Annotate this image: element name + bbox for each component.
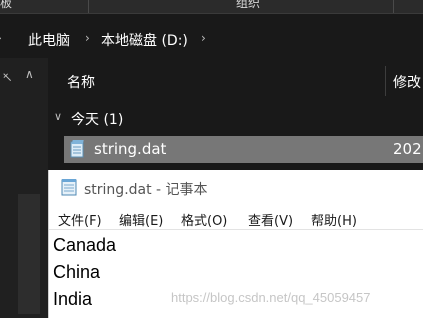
menu-view[interactable]: 查看(V) — [248, 210, 293, 229]
menu-help[interactable]: 帮助(H) — [311, 210, 357, 229]
ribbon-divider — [88, 0, 89, 13]
notepad-icon — [61, 179, 77, 196]
file-name: string.dat — [94, 140, 167, 158]
text-line: India — [53, 289, 93, 309]
menu-file[interactable]: 文件(F) — [58, 210, 102, 229]
menu-format[interactable]: 格式(O) — [181, 210, 227, 229]
chevron-down-icon[interactable]: ∨ — [54, 110, 62, 123]
column-header-name[interactable]: 名称 — [67, 72, 95, 92]
text-line: Canada — [53, 235, 117, 255]
ribbon-strip: 板 组织 — [0, 0, 423, 14]
dat-file-icon — [70, 140, 84, 158]
file-modified-date: 202 — [393, 140, 422, 158]
ribbon-group-label-left: 板 — [0, 0, 13, 10]
file-row-string-dat[interactable]: string.dat 202 — [64, 136, 423, 163]
ribbon-group-label-organize: 组织 — [236, 0, 261, 10]
chevron-right-icon[interactable]: › — [0, 31, 2, 45]
notepad-menu-bar: 文件(F) 编辑(E) 格式(O) 查看(V) 帮助(H) — [49, 206, 423, 230]
chevron-right-icon[interactable]: › — [85, 31, 90, 45]
ribbon-divider — [393, 0, 394, 13]
column-divider[interactable] — [385, 66, 386, 96]
watermark-text: https://blog.csdn.net/qq_45059457 — [171, 290, 371, 305]
breadcrumb-local-disk-d[interactable]: 本地磁盘 (D:) — [101, 30, 188, 50]
menu-edit[interactable]: 编辑(E) — [119, 210, 163, 229]
notepad-title-bar[interactable]: string.dat - 记事本 — [49, 170, 423, 205]
breadcrumb-this-pc[interactable]: 此电脑 — [28, 30, 70, 50]
nav-scrollbar-thumb[interactable] — [18, 194, 40, 314]
text-line: China — [53, 262, 101, 282]
group-label: 今天 (1) — [71, 112, 124, 128]
notepad-window-title: string.dat - 记事本 — [84, 182, 208, 198]
group-header-today[interactable]: ∨ 今天 (1) — [48, 108, 423, 130]
chevron-up-icon[interactable]: ∧ — [25, 67, 34, 81]
chevron-right-icon[interactable]: › — [201, 31, 206, 45]
address-bar[interactable]: › 此电脑 › 本地磁盘 (D:) › — [0, 22, 423, 56]
column-header-modified[interactable]: 修改 — [393, 72, 421, 92]
pin-icon[interactable]: † — [0, 70, 14, 84]
navigation-pane: † ∧ — [0, 58, 48, 318]
file-list-header: 名称 修改 — [48, 60, 423, 100]
